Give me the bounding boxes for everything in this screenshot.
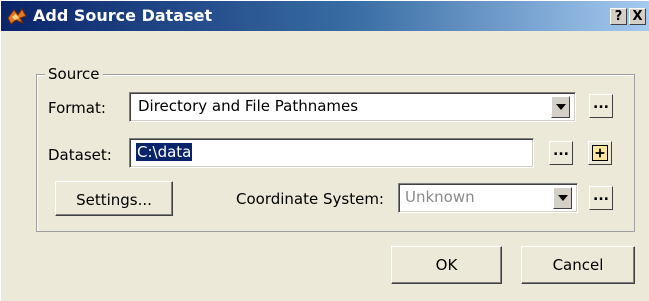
add-source-dataset-dialog: Add Source Dataset ? X Source Format: Di… xyxy=(0,0,649,301)
dataset-label: Dataset: xyxy=(48,146,112,164)
source-group-legend: Source xyxy=(45,65,103,83)
dataset-input-value: C:\data xyxy=(136,143,193,161)
title-bar[interactable]: Add Source Dataset ? X xyxy=(1,1,649,31)
coordinate-dropdown-button[interactable] xyxy=(553,187,572,209)
app-icon xyxy=(7,8,27,25)
window-title: Add Source Dataset xyxy=(33,6,213,25)
coordinate-system-value: Unknown xyxy=(405,188,475,206)
format-label: Format: xyxy=(48,99,106,117)
format-browse-button[interactable]: ... xyxy=(589,94,613,118)
coordinate-system-label: Coordinate System: xyxy=(236,190,384,208)
format-select[interactable]: Directory and File Pathnames xyxy=(129,92,576,122)
format-dropdown-button[interactable] xyxy=(551,96,570,118)
plus-icon xyxy=(592,145,608,161)
settings-button-label: Settings... xyxy=(76,191,152,209)
cancel-button-label: Cancel xyxy=(552,256,604,274)
cancel-button[interactable]: Cancel xyxy=(521,246,635,284)
format-select-value: Directory and File Pathnames xyxy=(138,97,359,115)
dataset-browse-button[interactable]: ... xyxy=(549,141,573,165)
chevron-down-icon xyxy=(558,195,568,201)
ok-button[interactable]: OK xyxy=(391,246,502,284)
ok-button-label: OK xyxy=(435,256,458,274)
add-dataset-button[interactable] xyxy=(588,141,612,165)
settings-button[interactable]: Settings... xyxy=(55,181,173,216)
coordinate-browse-button[interactable]: ... xyxy=(589,186,613,210)
dataset-input[interactable]: C:\data xyxy=(129,138,534,168)
close-button[interactable]: X xyxy=(629,8,646,25)
chevron-down-icon xyxy=(556,104,566,110)
coordinate-system-select[interactable]: Unknown xyxy=(398,183,578,213)
help-button[interactable]: ? xyxy=(610,8,627,25)
